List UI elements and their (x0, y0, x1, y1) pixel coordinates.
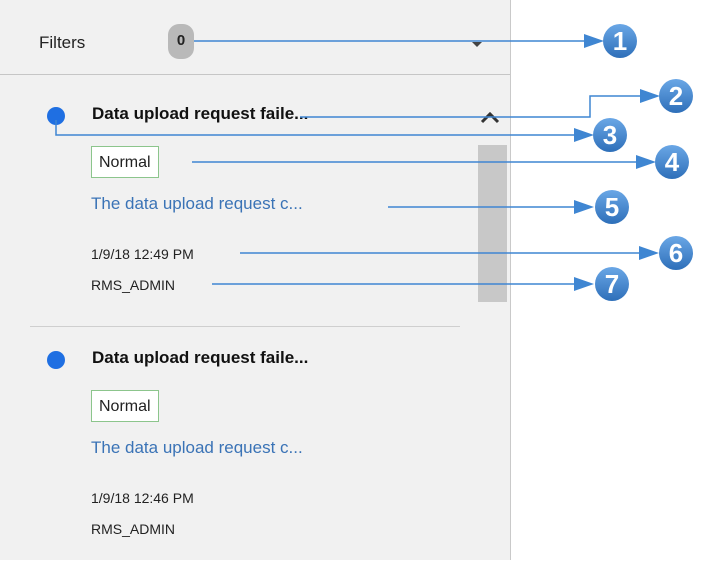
card-divider (30, 326, 460, 327)
svg-text:5: 5 (605, 192, 619, 222)
unread-indicator (47, 107, 65, 125)
callout-1: 1 (603, 24, 637, 58)
callout-4: 4 (655, 145, 689, 179)
notification-timestamp: 1/9/18 12:46 PM (91, 490, 194, 506)
priority-badge: Normal (91, 390, 159, 422)
notification-user: RMS_ADMIN (91, 521, 176, 537)
filters-label: Filters (39, 33, 86, 52)
callout-2: 2 (659, 79, 693, 113)
callout-arrowheads (574, 34, 660, 291)
svg-text:2: 2 (669, 81, 683, 111)
callout-6: 6 (659, 236, 693, 270)
notification-card[interactable]: Data upload request faile... Normal The … (0, 340, 470, 570)
notification-timestamp: 1/9/18 12:49 PM (91, 246, 194, 262)
notification-title[interactable]: Data upload request faile... (92, 348, 308, 368)
svg-text:7: 7 (605, 269, 619, 299)
notification-card[interactable]: Data upload request faile... Normal The … (0, 96, 470, 326)
filters-bar[interactable]: Filters 0 (0, 0, 510, 75)
notifications-panel: Filters 0 Data upload request faile... N… (0, 0, 511, 560)
svg-text:4: 4 (665, 147, 680, 177)
notification-user: RMS_ADMIN (91, 277, 176, 293)
scroll-up-icon[interactable] (480, 110, 500, 124)
notification-description[interactable]: The data upload request c... (91, 438, 303, 458)
svg-text:3: 3 (603, 120, 617, 150)
filters-count-badge: 0 (168, 24, 194, 59)
callout-3: 3 (593, 118, 627, 152)
chevron-down-icon[interactable] (472, 42, 482, 47)
callout-7: 7 (595, 267, 629, 301)
notification-description[interactable]: The data upload request c... (91, 194, 303, 214)
priority-badge: Normal (91, 146, 159, 178)
svg-text:6: 6 (669, 238, 683, 268)
svg-text:1: 1 (613, 26, 627, 56)
unread-indicator (47, 351, 65, 369)
notification-title[interactable]: Data upload request faile... (92, 104, 308, 124)
callout-5: 5 (595, 190, 629, 224)
scrollbar-thumb[interactable] (478, 145, 507, 302)
